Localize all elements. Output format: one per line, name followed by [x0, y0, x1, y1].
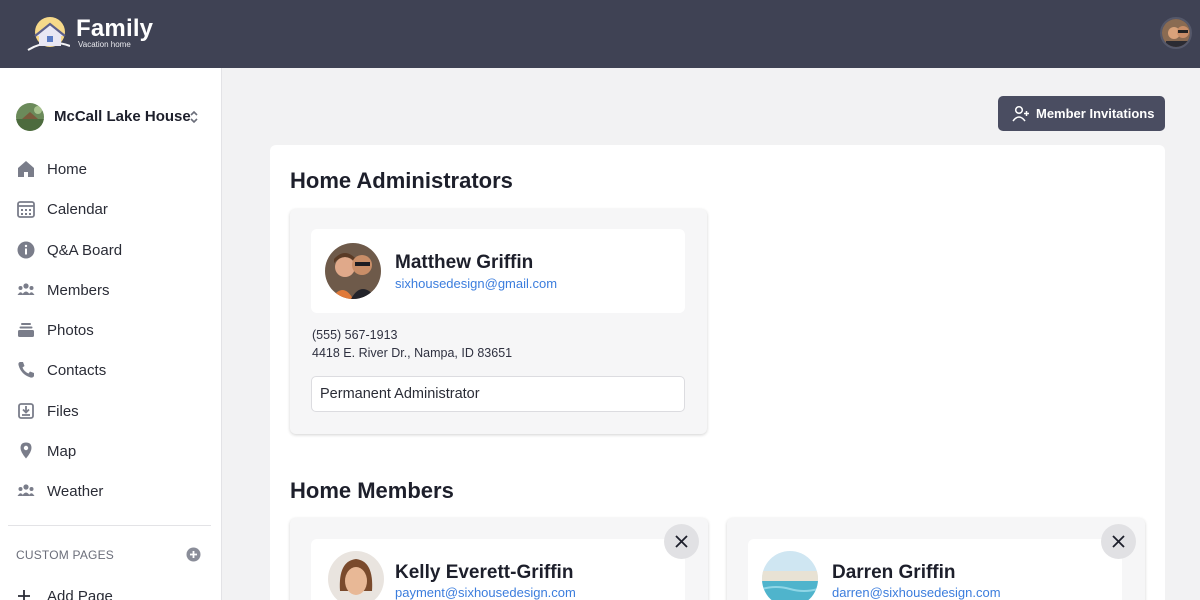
admin-email[interactable]: sixhousedesign@gmail.com [395, 276, 557, 291]
calendar-icon [17, 201, 35, 219]
sidebar: McCall Lake House Home Calendar Q&A Boar… [0, 68, 222, 600]
sidebar-item-weather[interactable]: Weather [0, 472, 222, 512]
sidebar-item-label: Home [47, 161, 88, 178]
brand-tagline: Vacation home [78, 40, 131, 49]
sidebar-divider [8, 525, 211, 526]
sidebar-item-label: Calendar [47, 201, 108, 219]
brand-name: Family [76, 15, 154, 42]
sidebar-item-label: Members [47, 281, 110, 299]
admins-heading: Home Administrators [290, 168, 513, 193]
avatar [762, 551, 818, 600]
chevron-updown-icon [190, 110, 198, 124]
admin-name: Matthew Griffin [395, 252, 534, 273]
plus-circle-icon[interactable] [186, 547, 201, 562]
home-thumbnail [16, 103, 44, 131]
sidebar-nav: Home Calendar Q&A Board Members Photos C… [0, 150, 222, 513]
remove-member-button[interactable] [1101, 524, 1136, 559]
sidebar-item-label: Q&A Board [47, 241, 123, 259]
user-avatar[interactable] [1160, 17, 1192, 49]
weather-icon [17, 484, 35, 497]
member-invitations-label: Member Invitations [1036, 106, 1155, 121]
member-name: Darren Griffin [832, 562, 956, 583]
plus-icon [18, 590, 30, 600]
user-photo [1162, 19, 1190, 47]
sidebar-item-label: Map [47, 443, 77, 461]
close-icon [675, 535, 688, 548]
sidebar-item-members[interactable]: Members [0, 271, 222, 311]
admin-phone: (555) 567-1913 [312, 328, 398, 342]
sidebar-item-qa-board[interactable]: Q&A Board [0, 231, 222, 271]
members-heading: Home Members [290, 478, 454, 503]
sidebar-item-label: Files [47, 402, 79, 420]
info-icon [17, 241, 35, 259]
avatar [328, 551, 384, 600]
home-name: McCall Lake House [54, 108, 191, 125]
admin-role-select[interactable]: Permanent Administrator [311, 376, 685, 412]
admin-role-value: Permanent Administrator [320, 386, 480, 402]
members-icon [17, 283, 35, 295]
sidebar-item-label: Photos [47, 322, 94, 340]
member-invitations-button[interactable]: Member Invitations [998, 96, 1165, 131]
sidebar-item-home[interactable]: Home [0, 150, 222, 190]
add-page-button[interactable]: Add Page [16, 586, 196, 600]
avatar [325, 243, 381, 299]
top-bar: Family Vacation home [0, 0, 1200, 68]
remove-member-button[interactable] [664, 524, 699, 559]
add-user-icon [1012, 105, 1029, 122]
photos-icon [18, 323, 34, 338]
files-icon [18, 402, 34, 419]
add-page-label: Add Page [47, 588, 113, 600]
sidebar-item-files[interactable]: Files [0, 392, 222, 432]
sidebar-item-label: Weather [47, 483, 104, 501]
member-email[interactable]: darren@sixhousedesign.com [832, 585, 1001, 600]
member-name: Kelly Everett-Griffin [395, 562, 574, 583]
house-logo-icon [27, 17, 70, 51]
member-email[interactable]: payment@sixhousedesign.com [395, 585, 576, 600]
brand-logo[interactable]: Family Vacation home [14, 12, 164, 56]
home-icon [18, 161, 34, 177]
phone-icon [18, 362, 34, 379]
close-icon [1112, 535, 1125, 548]
admin-address: 4418 E. River Dr., Nampa, ID 83651 [312, 346, 513, 360]
sidebar-item-contacts[interactable]: Contacts [0, 351, 222, 391]
sidebar-item-map[interactable]: Map [0, 432, 222, 472]
home-switcher[interactable]: McCall Lake House [16, 102, 206, 132]
sidebar-item-label: Contacts [47, 362, 107, 380]
sidebar-item-photos[interactable]: Photos [0, 311, 222, 351]
custom-pages-heading: CUSTOM PAGES [16, 548, 114, 562]
sidebar-item-calendar[interactable]: Calendar [0, 190, 222, 230]
map-pin-icon [20, 442, 32, 459]
